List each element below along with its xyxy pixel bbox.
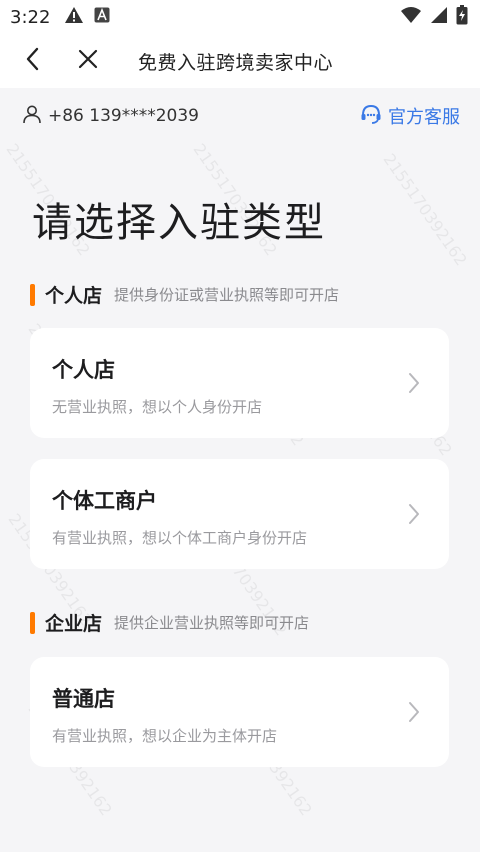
page-title: 请选择入驻类型 — [32, 200, 326, 246]
headset-icon — [360, 103, 382, 129]
card-desc: 有营业执照，想以个体工商户身份开店 — [52, 529, 308, 547]
card-personal-store[interactable]: 个人店 无营业执照，想以个人身份开店 — [30, 328, 449, 438]
back-button[interactable] — [18, 46, 48, 76]
user-icon — [22, 104, 42, 128]
card-standard-store[interactable]: 普通店 有营业执照，想以企业为主体开店 — [30, 657, 449, 767]
section-desc: 提供企业营业执照等即可开店 — [114, 614, 310, 632]
text-a-icon — [94, 7, 110, 27]
section-title: 企业店 — [45, 613, 103, 635]
nav-bar: 免费入驻跨境卖家中心 — [0, 34, 480, 88]
section-header-enterprise: 企业店 提供企业营业执照等即可开店 — [30, 609, 309, 636]
card-desc: 有营业执照，想以企业为主体开店 — [52, 727, 278, 745]
status-time: 3:22 — [10, 6, 51, 28]
chevron-right-icon — [407, 371, 421, 399]
card-title: 普通店 — [52, 687, 115, 711]
official-service-link[interactable]: 官方客服 — [360, 103, 460, 129]
wifi-icon — [400, 6, 422, 28]
chevron-right-icon — [407, 502, 421, 530]
watermark: 2155170392162 — [379, 150, 471, 270]
section-accent-bar — [30, 611, 35, 634]
status-icons-left — [64, 6, 110, 28]
card-desc: 无营业执照，想以个人身份开店 — [52, 398, 263, 416]
user-info: +86 139****2039 — [22, 104, 199, 128]
card-individual-business[interactable]: 个体工商户 有营业执照，想以个体工商户身份开店 — [30, 459, 449, 569]
status-bar: 3:22 — [0, 0, 480, 34]
card-title: 个人店 — [52, 358, 115, 382]
close-icon — [77, 48, 99, 74]
section-accent-bar — [30, 283, 35, 306]
status-icons-right — [400, 5, 468, 29]
signal-icon — [430, 6, 448, 28]
official-service-label: 官方客服 — [388, 107, 460, 128]
chevron-left-icon — [24, 47, 42, 75]
chevron-right-icon — [407, 700, 421, 728]
section-title: 个人店 — [45, 285, 103, 307]
nav-title: 免费入驻跨境卖家中心 — [138, 52, 334, 74]
section-desc: 提供身份证或营业执照等即可开店 — [114, 286, 340, 304]
close-button[interactable] — [73, 46, 103, 76]
user-phone: +86 139****2039 — [48, 106, 199, 126]
card-title: 个体工商户 — [52, 489, 157, 513]
warning-icon — [64, 6, 84, 28]
section-header-personal: 个人店 提供身份证或营业执照等即可开店 — [30, 281, 339, 308]
battery-charging-icon — [456, 5, 468, 29]
